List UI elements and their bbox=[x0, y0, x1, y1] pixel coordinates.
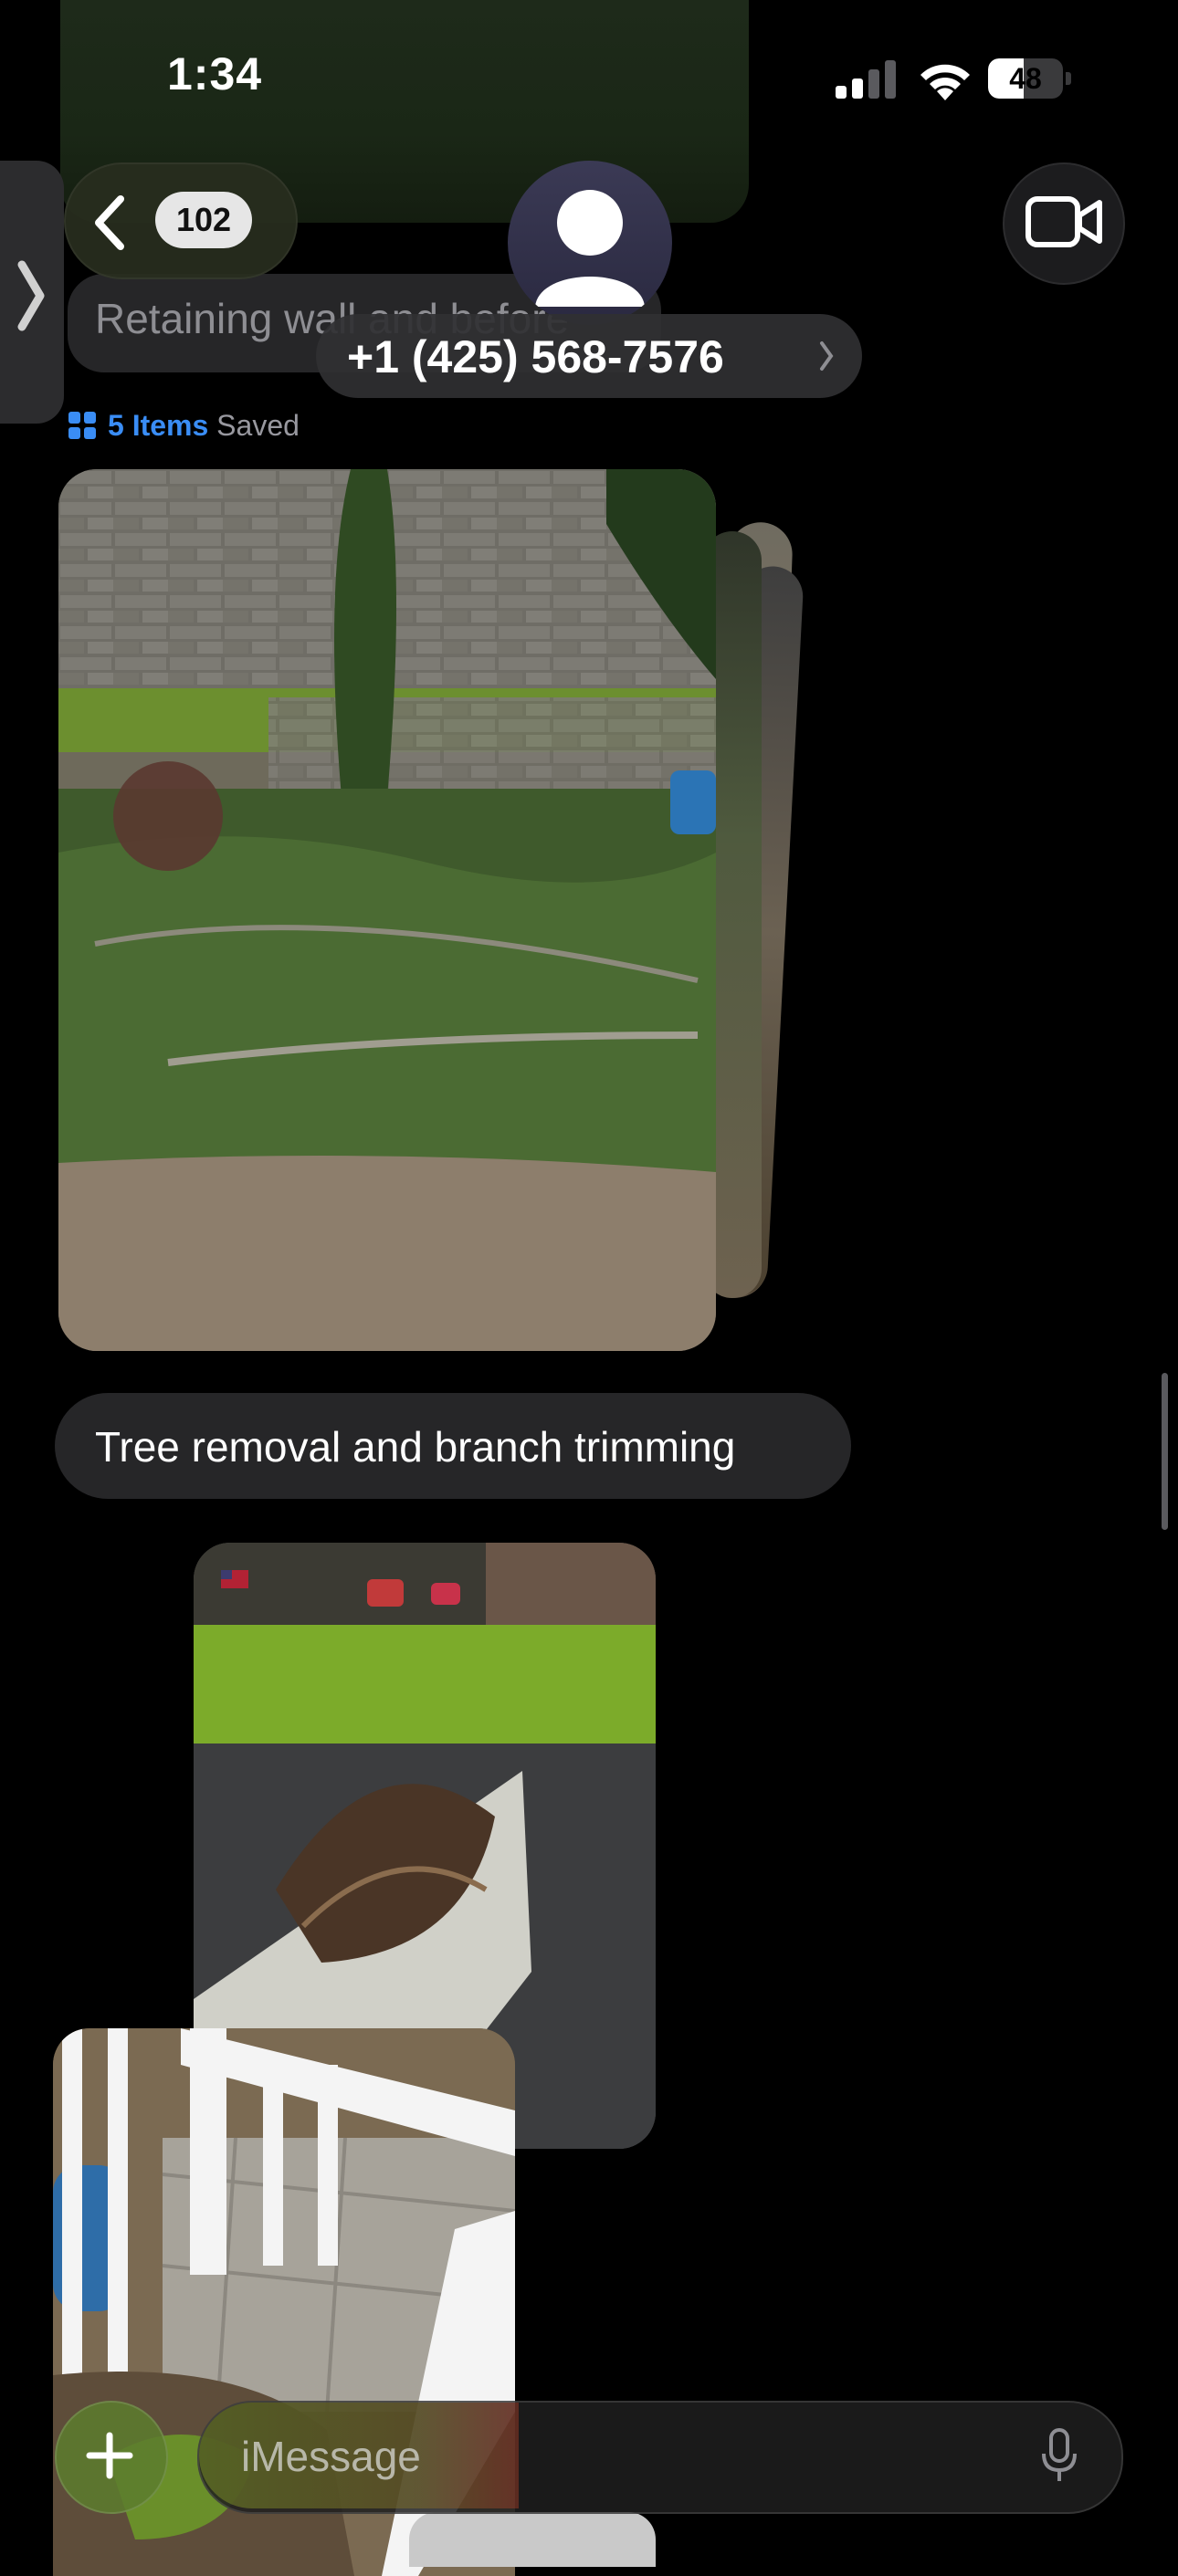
person-icon bbox=[535, 190, 645, 307]
saved-count: 5 Items bbox=[108, 409, 209, 442]
video-camera-icon bbox=[1025, 196, 1102, 247]
battery-level: 48 bbox=[1009, 62, 1042, 95]
saved-items-indicator[interactable]: 5 Items Saved bbox=[68, 409, 300, 445]
battery-icon: 48 bbox=[988, 58, 1072, 99]
microphone-icon[interactable] bbox=[1041, 2428, 1078, 2485]
plus-icon bbox=[86, 2432, 133, 2479]
scroll-indicator[interactable] bbox=[1162, 1373, 1168, 1530]
message-input-placeholder: iMessage bbox=[241, 2433, 421, 2480]
photo-attachment-partial[interactable] bbox=[409, 2512, 656, 2567]
chevron-left-icon bbox=[95, 195, 124, 250]
chevron-right-small-icon bbox=[820, 341, 834, 371]
status-time: 1:34 bbox=[167, 48, 263, 99]
saved-label: Saved bbox=[216, 409, 300, 442]
cellular-signal-icon bbox=[836, 60, 896, 99]
unread-count-badge: 102 bbox=[155, 192, 252, 248]
wifi-icon bbox=[920, 64, 970, 100]
photo-attachment-stack[interactable] bbox=[58, 469, 716, 1351]
contact-name: +1 (425) 568-7576 bbox=[347, 331, 724, 382]
chevron-right-icon bbox=[17, 260, 45, 331]
grid-icon bbox=[68, 412, 96, 439]
yard-debris-photo bbox=[58, 469, 716, 1351]
contact-avatar[interactable] bbox=[508, 161, 672, 325]
message-text: Tree removal and branch trimming bbox=[95, 1423, 736, 1471]
